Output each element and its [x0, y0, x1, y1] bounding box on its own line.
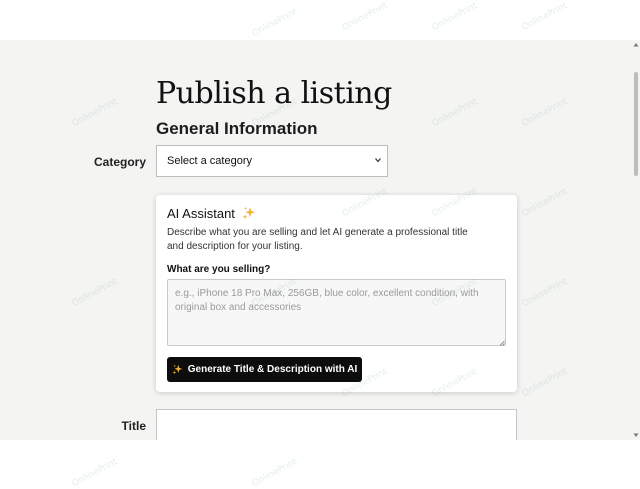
title-input[interactable]: [156, 409, 517, 440]
watermark-text: OnlinePrint: [340, 0, 390, 34]
what-selling-label: What are you selling?: [167, 264, 271, 275]
generate-ai-button-label: Generate Title & Description with AI: [187, 364, 358, 375]
resize-handle-icon[interactable]: [499, 340, 505, 346]
scrollbar[interactable]: [632, 40, 640, 440]
watermark-text: OnlinePrint: [250, 6, 300, 40]
chevron-down-icon: [375, 158, 381, 163]
watermark-text: OnlinePrint: [430, 0, 480, 34]
title-label: Title: [121, 419, 146, 433]
section-title: General Information: [156, 119, 318, 138]
ai-assistant-title: AI Assistant: [167, 206, 256, 221]
category-select[interactable]: Select a category: [156, 145, 388, 177]
ai-assistant-card: AI Assistant Describe what you are selli…: [156, 195, 517, 392]
sparkles-icon: [172, 364, 182, 375]
page-title: Publish a listing: [156, 76, 392, 111]
scrollbar-thumb[interactable]: [634, 72, 638, 176]
category-select-value: Select a category: [167, 155, 252, 167]
what-selling-input[interactable]: [167, 279, 506, 346]
sparkles-icon: [242, 206, 255, 220]
category-label: Category: [93, 155, 146, 169]
page-viewport: Publish a listing General Information Ca…: [0, 40, 640, 440]
watermark-text: OnlinePrint: [70, 456, 120, 489]
ai-assistant-title-text: AI Assistant: [167, 206, 235, 221]
watermark-text: OnlinePrint: [520, 0, 570, 34]
scroll-down-icon[interactable]: [633, 433, 639, 438]
watermark-text: OnlinePrint: [250, 456, 300, 489]
ai-assistant-description: Describe what you are selling and let AI…: [167, 227, 468, 252]
generate-ai-button[interactable]: Generate Title & Description with AI: [167, 357, 362, 382]
scroll-up-icon[interactable]: [633, 42, 639, 47]
